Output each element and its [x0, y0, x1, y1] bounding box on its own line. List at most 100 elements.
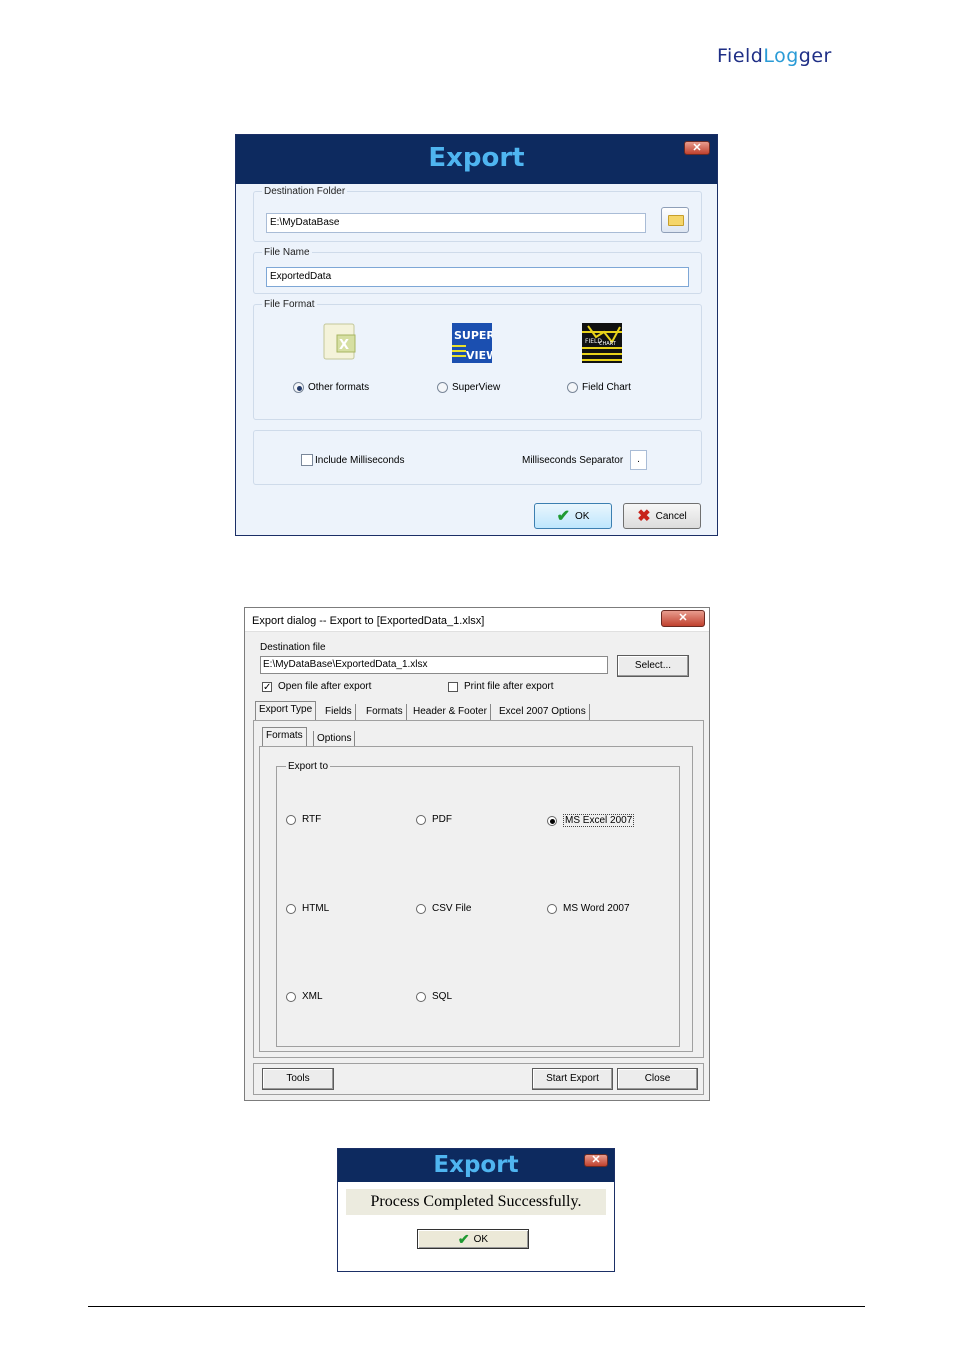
export-dialog-titlebar: Export ✕ [236, 135, 717, 184]
checkmark-icon: ✔ [556, 508, 570, 525]
export-option-ms-word-2007[interactable]: MS Word 2007 [547, 903, 630, 914]
svg-text:VIEW: VIEW [466, 349, 492, 362]
tools-button[interactable]: Tools [262, 1068, 334, 1090]
checkbox-icon [301, 454, 313, 466]
tab-formats[interactable]: Formats [363, 704, 407, 721]
export-option-label: CSV File [432, 903, 472, 914]
ok-button[interactable]: ✔ OK [534, 503, 612, 529]
select-button[interactable]: Select... [617, 655, 689, 677]
subtab-formats[interactable]: Formats [262, 727, 307, 746]
ms-separator-label: Milliseconds Separator [522, 455, 624, 466]
format-radio-superview[interactable]: SuperView [437, 382, 500, 393]
file-name-group: File Name ExportedData [253, 247, 702, 294]
radio-icon [416, 814, 426, 825]
export-option-xml[interactable]: XML [286, 991, 323, 1002]
svg-text:X: X [339, 338, 349, 353]
export-to-group: Export to RTF PDF MS Excel 2007 HTML CSV… [276, 761, 680, 1047]
destination-file-label: Destination file [260, 642, 326, 653]
close-icon[interactable]: ✕ [661, 610, 705, 627]
export-option-sql[interactable]: SQL [416, 991, 452, 1002]
export-to-label: Export to [286, 761, 331, 772]
destination-folder-group: Destination Folder E:\MyDataBase [253, 186, 702, 242]
export-type-panel: Formats Options Export to RTF PDF MS Exc… [253, 720, 704, 1058]
superview-icon: SUPER VIEW [452, 323, 492, 363]
logo-part-2: Log [763, 45, 799, 67]
include-milliseconds-checkbox[interactable]: Include Milliseconds [301, 454, 405, 466]
open-after-export-checkbox[interactable]: ✓ Open file after export [262, 681, 371, 692]
radio-icon [286, 814, 296, 825]
file-format-label: File Format [262, 299, 317, 310]
tab-export-type[interactable]: Export Type [255, 701, 317, 720]
ok-label: OK [574, 510, 590, 522]
export-complete-titlebar: Export ✕ [338, 1149, 614, 1182]
destination-folder-label: Destination Folder [262, 186, 348, 197]
export-complete-title: Export [433, 1152, 519, 1178]
export-dialog-2: Export dialog -- Export to [ExportedData… [244, 607, 710, 1101]
tab-fields[interactable]: Fields [322, 704, 356, 721]
radio-icon [286, 903, 296, 914]
format-label-fieldchart: Field Chart [582, 382, 631, 393]
close-icon[interactable]: ✕ [584, 1154, 608, 1167]
export-option-rtf[interactable]: RTF [286, 814, 321, 825]
export-option-label: SQL [432, 991, 453, 1002]
export-option-label: MS Excel 2007 [563, 814, 635, 827]
export-dialog: Export ✕ Destination Folder E:\MyDataBas… [235, 134, 718, 536]
export-dialog-2-title: Export dialog -- Export to [ExportedData… [252, 615, 485, 627]
print-after-export-checkbox[interactable]: Print file after export [448, 681, 553, 692]
radio-selected-icon [293, 382, 304, 393]
ms-separator-input[interactable]: . [630, 450, 647, 470]
cancel-label: Cancel [655, 510, 687, 522]
milliseconds-group: Include Milliseconds Milliseconds Separa… [253, 430, 702, 485]
fieldlogger-logo: Field Log ger [717, 44, 832, 68]
logo-part-3: ger [798, 45, 832, 67]
tab-header-footer[interactable]: Header & Footer [410, 704, 491, 721]
checkbox-checked-icon: ✓ [262, 681, 272, 693]
start-export-button[interactable]: Start Export [532, 1068, 613, 1090]
radio-icon [286, 991, 296, 1002]
export-option-label: XML [302, 991, 323, 1002]
success-message: Process Completed Successfully. [346, 1189, 606, 1215]
include-milliseconds-label: Include Milliseconds [315, 454, 405, 466]
radio-icon [567, 382, 578, 393]
export-dialog-2-titlebar: Export dialog -- Export to [ExportedData… [245, 608, 709, 632]
cancel-button[interactable]: ✖ Cancel [623, 503, 701, 529]
radio-icon [416, 903, 426, 914]
folder-icon [668, 215, 684, 226]
open-after-export-label: Open file after export [278, 681, 372, 692]
formats-subpanel: Export to RTF PDF MS Excel 2007 HTML CSV… [259, 746, 693, 1052]
export-option-csv-file[interactable]: CSV File [416, 903, 471, 914]
export-dialog-2-footer: Tools Start Export Close [253, 1063, 704, 1095]
radio-icon [547, 903, 557, 914]
export-option-label: PDF [432, 814, 452, 825]
format-radio-other[interactable]: Other formats [293, 382, 369, 393]
tab-excel-2007-options[interactable]: Excel 2007 Options [496, 704, 590, 721]
svg-text:SUPER: SUPER [454, 329, 492, 342]
radio-icon [437, 382, 448, 393]
ok-label: OK [473, 1233, 489, 1245]
export-option-pdf[interactable]: PDF [416, 814, 452, 825]
fieldchart-icon: FIELD CHART [582, 323, 622, 363]
footer-divider [88, 1306, 865, 1307]
format-label-other: Other formats [308, 382, 370, 393]
destination-folder-input[interactable]: E:\MyDataBase [266, 213, 646, 233]
export-option-html[interactable]: HTML [286, 903, 329, 914]
radio-selected-icon [547, 815, 557, 826]
radio-icon [416, 991, 426, 1002]
checkmark-icon: ✔ [457, 1230, 470, 1247]
close-icon[interactable]: ✕ [684, 141, 710, 155]
browse-folder-button[interactable] [661, 207, 689, 233]
ok-button[interactable]: ✔ OK [417, 1229, 529, 1249]
close-button[interactable]: Close [617, 1068, 698, 1090]
logo-part-1: Field [717, 45, 764, 67]
format-label-superview: SuperView [452, 382, 501, 393]
file-name-label: File Name [262, 247, 312, 258]
cross-icon: ✖ [637, 508, 651, 525]
export-option-label: MS Word 2007 [563, 903, 630, 914]
export-option-ms-excel-2007[interactable]: MS Excel 2007 [547, 814, 635, 827]
svg-text:CHART: CHART [599, 341, 617, 347]
format-radio-fieldchart[interactable]: Field Chart [567, 382, 631, 393]
excel-icon: X [323, 323, 356, 360]
export-dialog-title: Export [428, 143, 525, 173]
destination-file-input[interactable]: E:\MyDataBase\ExportedData_1.xlsx [260, 656, 608, 674]
file-name-input[interactable]: ExportedData [266, 267, 689, 287]
